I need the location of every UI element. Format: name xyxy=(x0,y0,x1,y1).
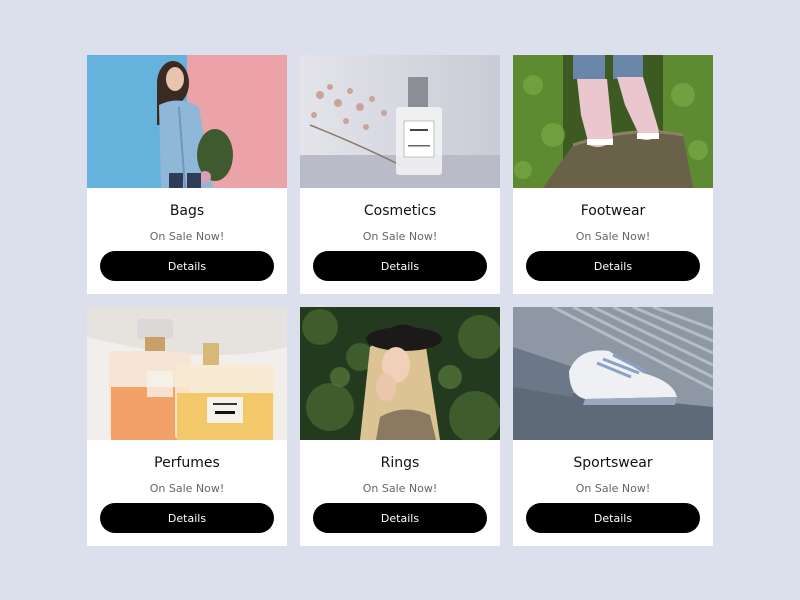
rings-photo xyxy=(300,307,500,440)
product-title: Rings xyxy=(380,455,420,471)
product-card-cosmetics: Cosmetics On Sale Now! Details xyxy=(300,55,500,294)
sale-label: On Sale Now! xyxy=(575,230,651,243)
product-card-sportswear: Sportswear On Sale Now! Details xyxy=(513,307,713,546)
details-button-sportswear[interactable]: Details xyxy=(526,503,700,533)
details-button-rings[interactable]: Details xyxy=(313,503,487,533)
sale-label: On Sale Now! xyxy=(362,482,438,495)
product-card-perfumes: Perfumes On Sale Now! Details xyxy=(87,307,287,546)
sale-label: On Sale Now! xyxy=(149,230,225,243)
sale-label: On Sale Now! xyxy=(362,230,438,243)
product-title: Bags xyxy=(169,203,205,219)
details-button-footwear[interactable]: Details xyxy=(526,251,700,281)
sale-label: On Sale Now! xyxy=(575,482,651,495)
perfumes-photo xyxy=(87,307,287,440)
footwear-photo xyxy=(513,55,713,188)
product-card-bags: Bags On Sale Now! Details xyxy=(87,55,287,294)
product-title: Cosmetics xyxy=(363,203,437,219)
cosmetics-photo xyxy=(300,55,500,188)
sportswear-photo xyxy=(513,307,713,440)
details-button-cosmetics[interactable]: Details xyxy=(313,251,487,281)
details-button-perfumes[interactable]: Details xyxy=(100,503,274,533)
product-card-rings: Rings On Sale Now! Details xyxy=(300,307,500,546)
product-title: Footwear xyxy=(580,203,646,219)
bags-photo xyxy=(87,55,287,188)
sale-label: On Sale Now! xyxy=(149,482,225,495)
product-title: Sportswear xyxy=(573,455,653,471)
details-button-bags[interactable]: Details xyxy=(100,251,274,281)
product-card-footwear: Footwear On Sale Now! Details xyxy=(513,55,713,294)
product-title: Perfumes xyxy=(154,455,220,471)
product-grid: Bags On Sale Now! Details Cosmetics On S… xyxy=(87,55,713,546)
